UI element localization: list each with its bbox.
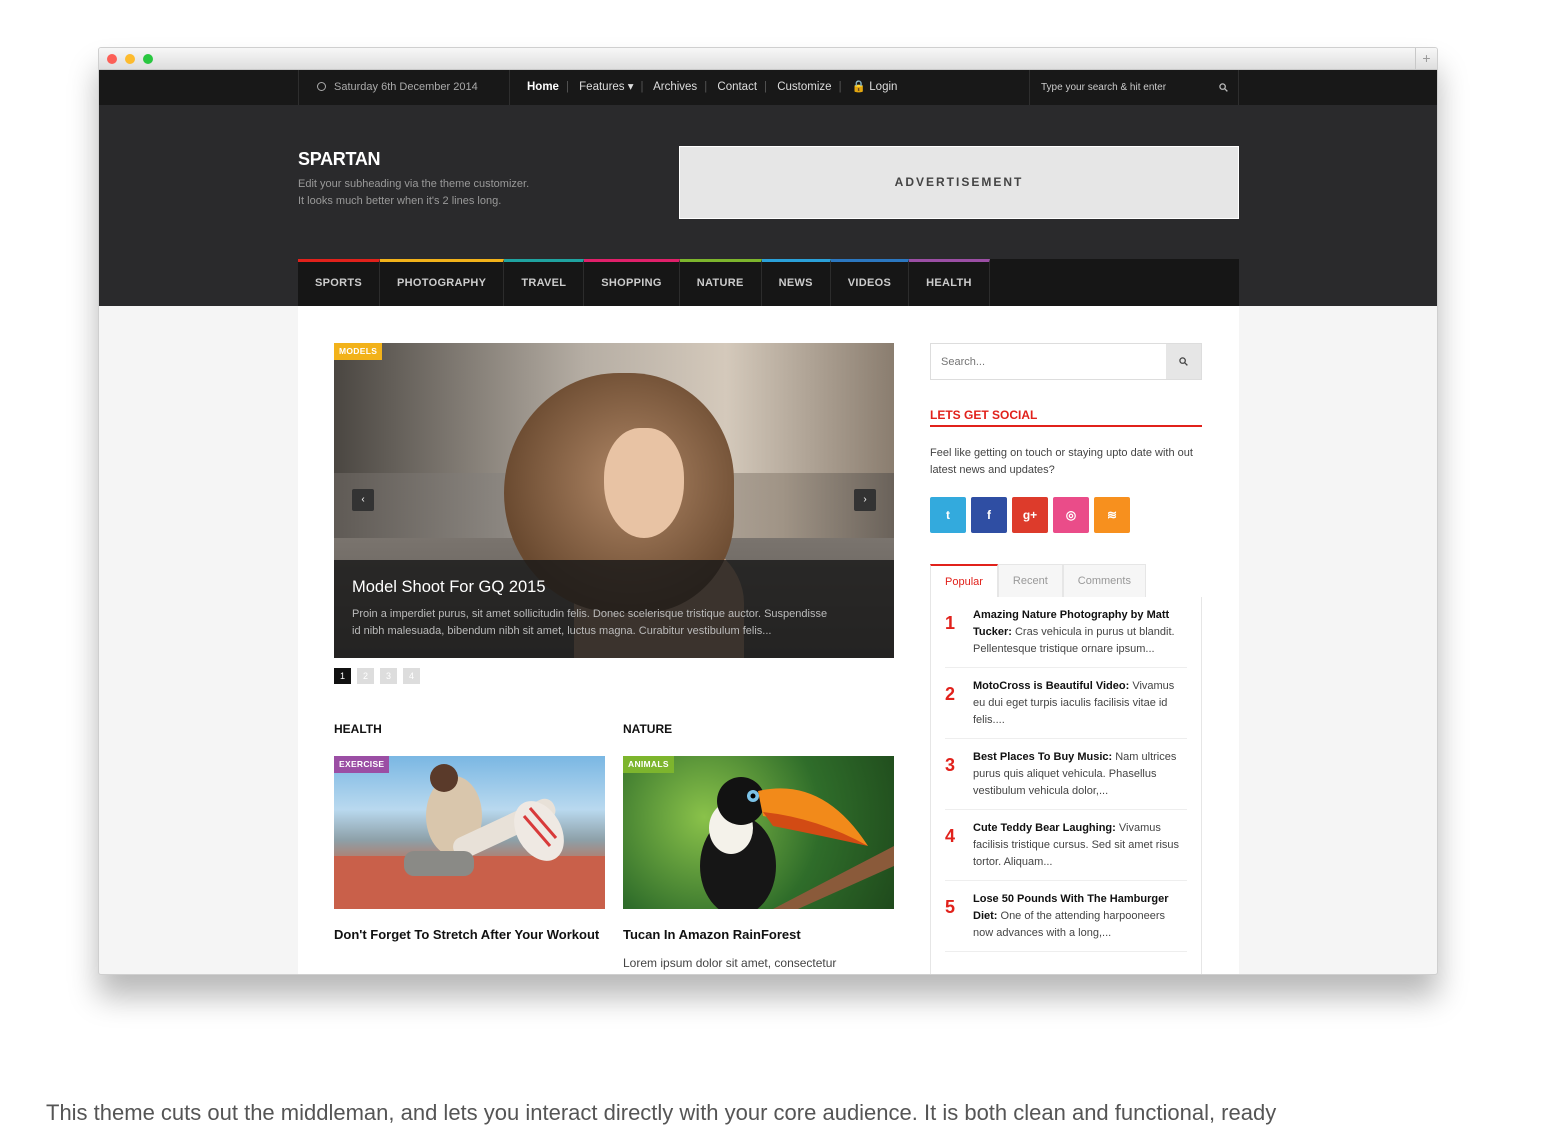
category-shopping[interactable]: SHOPPING [584,259,680,306]
twitter-icon[interactable]: t [930,497,966,533]
tab-comments[interactable]: Comments [1062,564,1146,597]
stretching-person-image [334,764,605,909]
post-title[interactable]: MotoCross is Beautiful Video: [973,680,1129,692]
list-item[interactable]: 4 Cute Teddy Bear Laughing: Vivamus faci… [945,810,1187,881]
nature-category-badge[interactable]: ANIMALS [623,756,674,773]
slide-title[interactable]: Model Shoot For GQ 2015 [352,578,876,597]
slider-page-1[interactable]: 1 [334,668,351,684]
minimize-window-button[interactable] [125,54,135,64]
nature-article-title[interactable]: Tucan In Amazon RainForest [623,926,894,944]
facebook-icon[interactable]: f [971,497,1007,533]
post-rank: 4 [945,826,956,846]
search-icon [1179,357,1188,366]
slider-page-4[interactable]: 4 [403,668,420,684]
post-excerpt: One of the attending harpooneers now adv… [973,910,1166,939]
top-search-placeholder: Type your search & hit enter [1041,82,1167,93]
slider-page-2[interactable]: 2 [357,668,374,684]
nature-article-excerpt: Lorem ipsum dolor sit amet, consectetur [623,956,837,970]
nav-home[interactable]: Home [527,81,559,93]
main-content: MODELS ‹ › Model Shoot For GQ 2015 Proin… [298,306,1239,974]
date-display: Saturday 6th December 2014 [298,70,510,105]
popular-posts-list: 1 Amazing Nature Photography by Matt Tuc… [930,597,1202,974]
page: + Saturday 6th December 2014 Home | Featu… [0,0,1546,1134]
sidebar-search-input[interactable] [931,344,1167,379]
post-title[interactable]: Cute Teddy Bear Laughing: [973,822,1116,834]
window-titlebar: + [99,48,1437,70]
post-rank: 5 [945,897,956,917]
featured-slider[interactable]: MODELS ‹ › Model Shoot For GQ 2015 Proin… [334,343,894,658]
social-description: Feel like getting on touch or staying up… [930,447,1193,476]
top-search-input[interactable]: Type your search & hit enter [1029,70,1239,105]
slider-pagination: 1 2 3 4 [334,668,426,684]
rss-icon[interactable]: ≋ [1094,497,1130,533]
list-item[interactable]: 1 Amazing Nature Photography by Matt Tuc… [945,597,1187,668]
health-article-image[interactable]: EXERCISE [334,756,605,909]
theme-description: This theme cuts out the middleman, and l… [46,1100,1277,1125]
nav-login[interactable]: 🔒 Login [852,81,898,93]
nature-article-image[interactable]: ANIMALS [623,756,894,909]
category-nature[interactable]: NATURE [679,259,762,306]
slider-next-button[interactable]: › [854,489,876,511]
post-rank: 3 [945,755,956,775]
category-videos[interactable]: VIDEOS [830,259,910,306]
date-text: Saturday 6th December 2014 [334,81,478,93]
category-health[interactable]: HEALTH [909,259,990,306]
health-category-badge[interactable]: EXERCISE [334,756,390,773]
slider-prev-button[interactable]: ‹ [352,489,374,511]
browser-window: + Saturday 6th December 2014 Home | Featu… [98,47,1438,975]
site-tagline: Edit your subheading via the theme custo… [298,178,530,207]
slide-excerpt: Proin a imperdiet purus, sit amet sollic… [352,608,828,637]
tab-popular[interactable]: Popular [930,564,998,597]
list-item[interactable]: 2 MotoCross is Beautiful Video: Vivamus … [945,668,1187,739]
top-bar: Saturday 6th December 2014 Home | Feature… [99,70,1437,105]
section-heading-health: HEALTH [334,722,382,736]
category-photography[interactable]: PHOTOGRAPHY [380,259,505,306]
post-rank: 1 [945,613,956,633]
category-sports[interactable]: SPORTS [298,259,381,306]
advertisement-banner[interactable]: ADVERTISEMENT [679,146,1239,219]
dribbble-icon[interactable]: ◎ [1053,497,1089,533]
slide-category-badge[interactable]: MODELS [334,343,383,360]
close-window-button[interactable] [107,54,117,64]
category-navigation: SPORTS PHOTOGRAPHY TRAVEL SHOPPING NATUR… [298,259,1239,306]
top-navigation: Home | Features ▾ | Archives | Contact | Cus… [527,81,898,93]
list-item[interactable]: 5 Lose 50 Pounds With The Hamburger Diet… [945,881,1187,952]
clock-icon [317,82,326,91]
nav-features[interactable]: Features ▾ [579,81,633,93]
nav-archives[interactable]: Archives [653,81,697,93]
sidebar-search [930,343,1202,380]
section-heading-nature: NATURE [623,722,673,736]
post-title[interactable]: Best Places To Buy Music: [973,751,1112,763]
category-travel[interactable]: TRAVEL [504,259,585,306]
toucan-image [700,777,894,909]
slide-caption: Model Shoot For GQ 2015 Proin a imperdie… [334,560,894,658]
category-news[interactable]: NEWS [761,259,831,306]
nav-customize[interactable]: Customize [777,81,831,93]
health-article-title[interactable]: Don't Forget To Stretch After Your Worko… [334,926,605,944]
nav-contact[interactable]: Contact [717,81,757,93]
site-logo[interactable]: SPARTAN [298,149,381,170]
list-item[interactable]: 3 Best Places To Buy Music: Nam ultrices… [945,739,1187,810]
post-rank: 2 [945,684,956,704]
slider-page-3[interactable]: 3 [380,668,397,684]
site-header: SPARTAN Edit your subheading via the the… [99,105,1437,306]
sidebar-tabs: Popular Recent Comments [930,564,1146,597]
tab-recent[interactable]: Recent [997,564,1063,597]
googleplus-icon[interactable]: g+ [1012,497,1048,533]
search-icon[interactable] [1219,83,1228,92]
sidebar-search-button[interactable] [1166,344,1201,379]
maximize-window-button[interactable] [143,54,153,64]
social-heading: LETS GET SOCIAL [930,408,1202,427]
new-tab-button[interactable]: + [1415,48,1437,69]
